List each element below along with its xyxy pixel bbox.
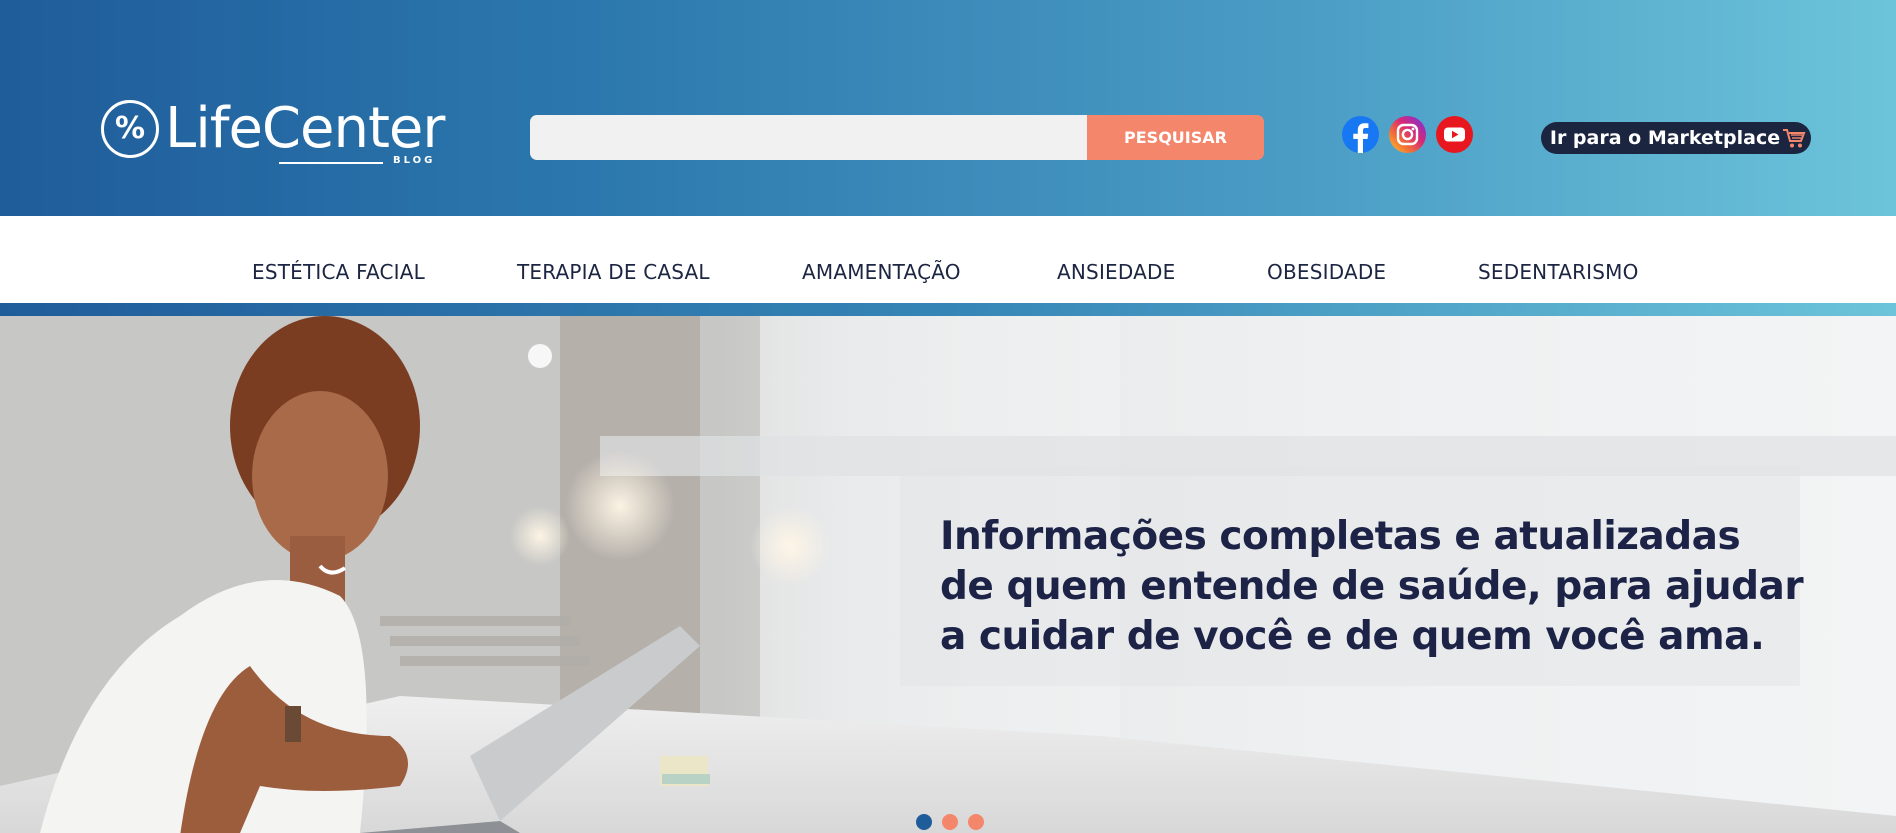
carousel-dot-1[interactable]	[916, 814, 932, 830]
search-input[interactable]	[530, 115, 1088, 160]
marketplace-label: Ir para o Marketplace	[1549, 127, 1781, 149]
logo[interactable]: % LifeCenter BLOG	[101, 96, 451, 176]
search-button[interactable]: PESQUISAR	[1087, 115, 1264, 160]
nav-item-ansiedade[interactable]: ANSIEDADE	[1057, 260, 1175, 284]
carousel-dot-2[interactable]	[942, 814, 958, 830]
hero-banner: Informações completas e atualizadas de q…	[0, 316, 1896, 833]
nav-divider-bar	[0, 303, 1896, 316]
logo-subtitle: BLOG	[393, 155, 436, 166]
logo-percent-icon: %	[101, 100, 159, 158]
facebook-icon[interactable]	[1342, 116, 1379, 153]
nav-item-estetica-facial[interactable]: ESTÉTICA FACIAL	[252, 260, 425, 284]
instagram-icon[interactable]	[1389, 116, 1426, 153]
shopping-cart-icon	[1782, 127, 1806, 149]
nav-item-amamentacao[interactable]: AMAMENTAÇÃO	[802, 260, 961, 284]
hero-headline-line-3: a cuidar de você e de quem você ama.	[940, 614, 1765, 659]
carousel-dot-3[interactable]	[968, 814, 984, 830]
hero-headline-line-2: de quem entende de saúde, para ajudar	[940, 564, 1804, 609]
youtube-icon[interactable]	[1436, 116, 1473, 153]
nav-item-obesidade[interactable]: OBESIDADE	[1267, 260, 1386, 284]
logo-divider	[279, 162, 383, 164]
nav-item-sedentarismo[interactable]: SEDENTARISMO	[1478, 260, 1639, 284]
nav-item-terapia-de-casal[interactable]: TERAPIA DE CASAL	[517, 260, 710, 284]
logo-text: LifeCenter	[165, 96, 445, 161]
site-header: % LifeCenter BLOG PESQUISAR Ir para o Ma…	[0, 0, 1896, 216]
category-nav: ESTÉTICA FACIAL TERAPIA DE CASAL AMAMENT…	[0, 216, 1896, 303]
hero-headline: Informações completas e atualizadas de q…	[940, 512, 1840, 662]
hero-headline-line-1: Informações completas e atualizadas	[940, 514, 1741, 559]
marketplace-button[interactable]: Ir para o Marketplace	[1541, 122, 1811, 154]
